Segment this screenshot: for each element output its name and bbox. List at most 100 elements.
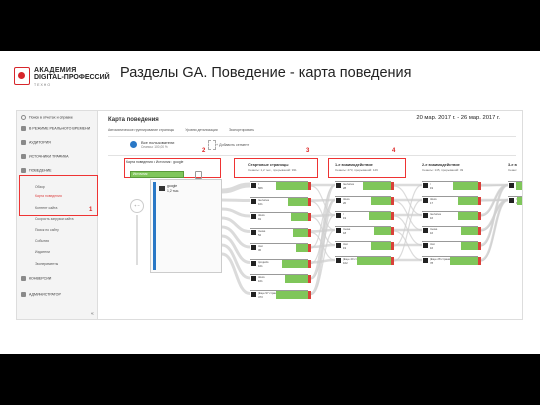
date-range-picker[interactable]: 20 мар. 2017 г. - 26 мар. 2017 г. <box>416 115 500 121</box>
node-value: 16 <box>430 216 434 220</box>
source-flow-path <box>221 216 251 233</box>
collapse-sidebar-button[interactable]: « <box>91 311 94 317</box>
column-meta-start-pages: Сеансы: 1,2 тыс., прерываний: 931 <box>248 168 297 172</box>
sidebar-sub-site-speed[interactable]: Скорость загрузки сайта <box>35 217 74 221</box>
page-icon <box>336 183 341 188</box>
sidebar-item-conversions[interactable]: КОНВЕРСИИ <box>21 276 51 281</box>
sidebar-sub-site-search[interactable]: Поиск по сайту <box>35 228 59 232</box>
flow-node[interactable]: /news 18 <box>335 226 394 235</box>
drop-off-bar[interactable] <box>308 244 311 252</box>
page-icon <box>251 229 256 235</box>
drop-off-bar[interactable] <box>308 275 311 283</box>
drop-off-bar[interactable] <box>391 212 394 220</box>
drop-off-bar[interactable] <box>478 197 481 205</box>
node-traffic-bar <box>291 213 308 221</box>
sidebar-item-realtime[interactable]: В РЕЖИМЕ РЕАЛЬНОГО ВРЕМЕНИ <box>21 126 90 131</box>
node-traffic-bar <box>293 228 308 237</box>
source-node[interactable]: google 1,2 тыс. <box>150 179 222 273</box>
drop-off-bar[interactable] <box>308 259 311 268</box>
auto-grouping-menu[interactable]: Автоматическое группирование страницы <box>108 128 174 132</box>
sidebar-item-admin[interactable]: АДМИНИСТРАТОР <box>21 292 61 297</box>
flow-node[interactable]: /ducs 91 <box>250 212 311 221</box>
drop-off-bar[interactable] <box>391 227 394 235</box>
annotation-3: 3 <box>306 148 310 154</box>
node-traffic-bar <box>450 257 478 265</box>
drop-off-bar[interactable] <box>522 182 523 190</box>
flow-node[interactable]: /services 101 <box>250 196 311 206</box>
sidebar-sub-publishers[interactable]: Издатели <box>35 250 50 254</box>
source-header: Карта поведения • Источник : google <box>126 160 184 164</box>
page-icon <box>509 183 514 188</box>
drop-off-bar[interactable] <box>308 197 311 206</box>
sidebar-sub-events[interactable]: События <box>35 239 49 243</box>
source-flow-path <box>221 182 251 194</box>
annotation-4: 4 <box>392 148 396 154</box>
page-icon <box>251 245 256 250</box>
flow-node[interactable]: /ducs 20 <box>335 196 394 205</box>
flow-node[interactable]: (Еще 97 страниц) 473 <box>250 289 311 299</box>
drop-off-bar[interactable] <box>391 257 394 265</box>
zoom-slider[interactable] <box>136 215 138 265</box>
interaction-flow-path <box>310 198 336 202</box>
drop-off-bar[interactable] <box>478 257 481 265</box>
flow-node[interactable]: /services 28 <box>335 181 394 190</box>
sidebar-search[interactable]: Поиск в отчетах и справке <box>21 115 73 120</box>
export-menu[interactable]: Экспортировать <box>229 128 254 132</box>
sidebar-item-label: ПОВЕДЕНИЕ <box>29 168 52 173</box>
node-traffic-bar <box>458 197 478 205</box>
source-settings-icon[interactable] <box>195 171 202 179</box>
zoom-control[interactable]: + − <box>130 199 144 213</box>
drop-off-bar[interactable] <box>308 228 311 237</box>
drop-off-bar[interactable] <box>308 213 311 221</box>
drop-off-bar[interactable] <box>308 182 311 190</box>
search-placeholder: Поиск в отчетах и справке <box>29 115 73 120</box>
annotation-1: 1 <box>89 207 93 213</box>
sidebar-sub-behavior-flow[interactable]: Карта поведения <box>35 194 62 198</box>
sidebar-item-audience[interactable]: АУДИТОРИЯ <box>21 140 51 145</box>
flow-node[interactable]: /cat 30 <box>250 243 311 252</box>
flow-node[interactable]: /10 <box>508 181 522 190</box>
drop-off-bar[interactable] <box>478 212 481 220</box>
report-toolbar: Автоматическое группирование страницы Ур… <box>108 127 516 135</box>
flow-node[interactable]: /news 52 <box>250 227 311 237</box>
page-icon <box>336 228 341 233</box>
page-icon <box>251 291 256 297</box>
source-node-bar <box>153 182 156 270</box>
flow-node[interactable]: (Еще 40 страниц) 102 <box>335 256 394 265</box>
drop-off-bar[interactable] <box>478 227 481 235</box>
node-value: 101 <box>258 201 263 206</box>
sidebar-sub-experiments[interactable]: Эксперименты <box>35 262 58 266</box>
drop-off-bar[interactable] <box>308 290 311 299</box>
flow-node[interactable]: /19 <box>422 181 481 190</box>
flow-node[interactable]: /666 <box>250 181 311 190</box>
drop-off-bar[interactable] <box>478 242 481 250</box>
flow-node[interactable]: /projects 101 <box>250 258 311 268</box>
drop-off-bar[interactable] <box>391 197 394 205</box>
add-segment-button[interactable]: + Добавить сегмент <box>216 143 249 147</box>
node-traffic-bar <box>363 182 391 190</box>
sidebar-item-behavior[interactable]: ПОВЕДЕНИЕ <box>21 168 52 173</box>
flow-node[interactable]: /cat 19 <box>335 241 394 250</box>
sidebar-item-traffic[interactable]: ИСТОЧНИКИ ТРАФИКА <box>21 154 69 159</box>
node-traffic-bar <box>458 212 478 220</box>
flow-node[interactable]: /ducs 101 <box>250 274 311 283</box>
flow-node[interactable]: /news 16 <box>422 226 481 235</box>
page-icon <box>251 198 256 204</box>
flow-node[interactable]: /ducs 17 <box>422 196 481 205</box>
drop-off-bar[interactable] <box>478 182 481 190</box>
report-title: Карта поведения <box>108 117 159 123</box>
node-value: 19 <box>343 216 347 220</box>
sidebar-sub-overview[interactable]: Обзор <box>35 185 45 189</box>
node-traffic-bar <box>276 290 308 299</box>
sidebar-sub-site-content[interactable]: Контент сайта <box>35 206 57 210</box>
flow-node[interactable]: /services 16 <box>422 211 481 220</box>
flow-node[interactable]: /9 <box>508 196 522 205</box>
drop-off-bar[interactable] <box>522 197 523 205</box>
flow-node[interactable]: /cat 16 <box>422 241 481 250</box>
drop-off-bar[interactable] <box>391 182 394 190</box>
logo-mark-icon <box>14 67 30 85</box>
drop-off-bar[interactable] <box>391 242 394 250</box>
detail-level-menu[interactable]: Уровни детализации <box>185 128 217 132</box>
flow-node[interactable]: (Еще 28 страниц) 78 <box>422 256 481 265</box>
flow-node[interactable]: /19 <box>335 211 394 220</box>
